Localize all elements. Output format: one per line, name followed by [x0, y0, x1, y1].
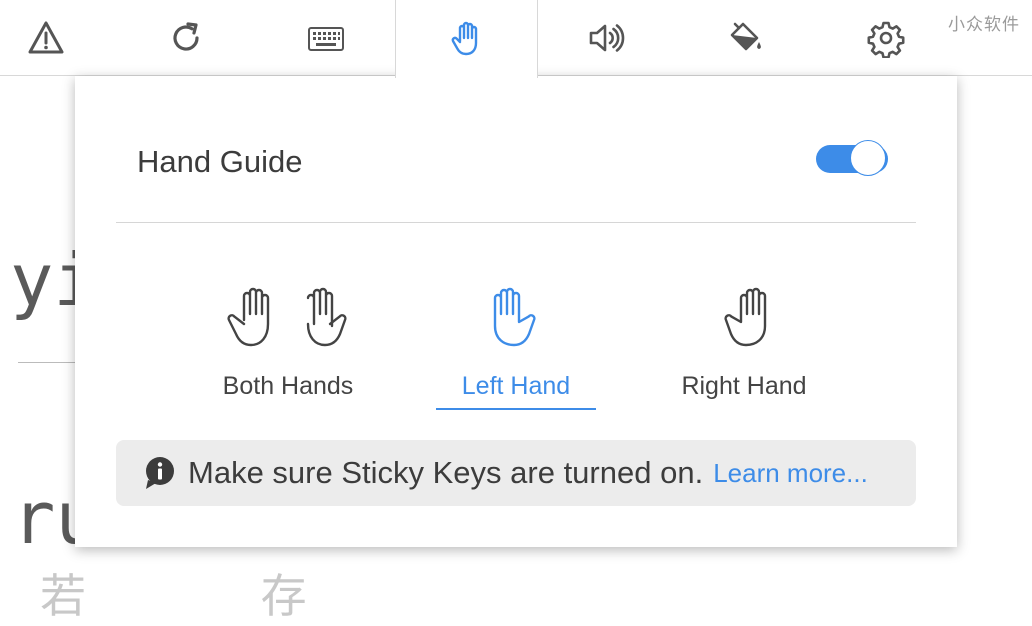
- gear-icon: [867, 21, 905, 58]
- hanzi-line: 若 存: [40, 569, 387, 623]
- right-hand-icon: [724, 287, 767, 347]
- both-hands-icon: [227, 287, 347, 347]
- hand-guide-button[interactable]: [395, 0, 538, 78]
- hand-icon: [451, 21, 477, 56]
- speaker-icon: [589, 24, 625, 52]
- warning-icon: [28, 21, 64, 54]
- left-hand-label: Left Hand: [461, 372, 571, 400]
- hand-guide-panel: Hand Guide Both Hands Left Hand Right Ha…: [75, 76, 957, 547]
- top-toolbar: 小众软件: [0, 0, 1032, 78]
- panel-title: Hand Guide: [137, 144, 303, 179]
- sound-button[interactable]: [536, 0, 676, 76]
- warning-button[interactable]: [0, 0, 116, 76]
- right-hand-label: Right Hand: [681, 372, 807, 400]
- paint-bucket-icon: [730, 22, 761, 51]
- keyboard-icon: [308, 27, 344, 51]
- selected-underline: [436, 408, 596, 410]
- option-right-hand[interactable]: Right Hand: [644, 284, 844, 410]
- notice-text: Make sure Sticky Keys are turned on.: [188, 455, 704, 490]
- settings-button[interactable]: [816, 0, 956, 76]
- learn-more-link[interactable]: Learn more...: [713, 458, 868, 489]
- panel-divider: [116, 222, 916, 223]
- keyboard-button[interactable]: [256, 0, 396, 76]
- option-both-hands[interactable]: Both Hands: [188, 284, 388, 410]
- toggle-knob: [850, 140, 886, 176]
- option-left-hand[interactable]: Left Hand: [416, 284, 616, 410]
- theme-button[interactable]: [676, 0, 816, 76]
- refresh-button[interactable]: [116, 0, 256, 76]
- hand-guide-toggle[interactable]: [816, 140, 888, 178]
- both-hands-label: Both Hands: [222, 372, 354, 400]
- sticky-keys-notice: Make sure Sticky Keys are turned on. Lea…: [116, 440, 916, 506]
- left-hand-icon: [493, 287, 536, 347]
- refresh-icon: [173, 22, 199, 51]
- info-icon: [146, 457, 174, 489]
- watermark-text: 小众软件: [948, 15, 1020, 35]
